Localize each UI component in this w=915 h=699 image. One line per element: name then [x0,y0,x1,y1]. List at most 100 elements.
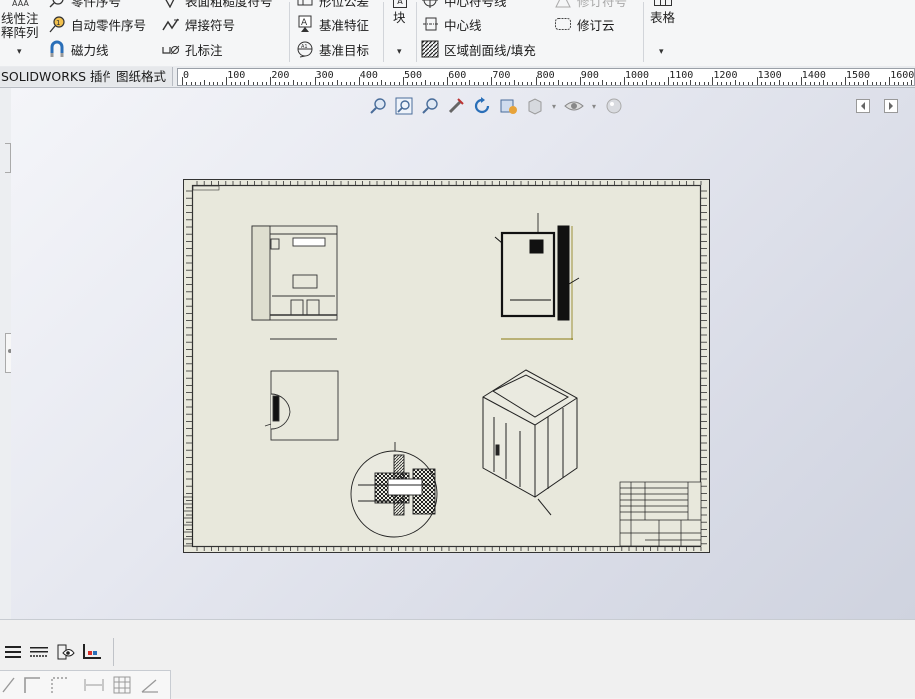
dimension-icon[interactable] [84,675,104,695]
chevron-down-icon[interactable]: ▾ [584,96,604,116]
ruler-tick [385,82,387,85]
ruler-tick [827,82,829,85]
ruler-tick [721,82,723,85]
ruler-tick [522,82,524,85]
ruler-tick [774,82,776,85]
ruler-tick [292,80,294,85]
revision-symbol-button[interactable]: 修订符号 [554,0,627,11]
datum-feature-button[interactable]: A 基准特征 [296,13,369,35]
line-style-icon[interactable] [29,642,49,662]
centerline-label: 中心线 [444,17,482,33]
revision-symbol-icon [554,0,572,9]
ruler-tick [893,82,895,85]
line-tool-icon[interactable] [0,675,19,695]
zoom-to-area-icon[interactable] [394,96,414,116]
display-style-icon[interactable] [524,96,544,116]
centerline-icon [421,15,439,33]
geometric-tolerance-button[interactable]: 形位公差 [296,0,369,11]
table-button[interactable]: 表格 [648,0,680,28]
ruler-tick [672,82,674,85]
ruler-tick [438,82,440,85]
ruler-tick [818,82,820,85]
pattern-top-glyph: AAA [12,0,29,8]
grid-icon[interactable] [112,675,132,695]
layer-visibility-icon[interactable] [56,642,76,662]
zoom-previous-icon[interactable] [420,96,440,116]
ruler-label: 300 [315,70,334,81]
table-icon [654,0,672,6]
ruler-tick [464,82,466,85]
ruler-label: 1600 [890,70,915,81]
ruler-tick [345,82,347,85]
ruler-tick [840,82,842,85]
graphics-area[interactable]: ▾ ▾ [11,88,915,619]
magnet-icon [48,40,66,58]
block-label: 块 [393,10,406,25]
ruler-tick [221,82,223,85]
command-ribbon: AAA 线性注 释阵列 ▾ 零件序号 1 自动零件序号 磁力线 表面粗糙度符号 … [0,0,915,67]
area-hatch-button[interactable]: 区域剖面线/填充 [421,38,536,60]
center-mark-icon [421,0,439,9]
chevron-down-icon[interactable]: ▾ [17,47,22,57]
ruler-tick [606,82,608,85]
tab-solidworks-addins[interactable]: SOLIDWORKS 插件 [0,67,123,86]
ruler-tick [548,82,550,85]
magnetic-line-button[interactable]: 磁力线 [48,38,109,60]
auto-balloon-button[interactable]: 1 自动零件序号 [48,13,146,35]
surface-finish-label: 表面粗糙度符号 [185,0,273,9]
center-mark-button[interactable]: 中心符号线 [421,0,507,11]
sheet-graphics [183,179,710,553]
ruler-tick [615,82,617,85]
rotate-view-icon[interactable] [472,96,492,116]
datum-target-button[interactable]: A1 基准目标 [296,38,369,60]
pane-right-icon[interactable] [881,96,901,116]
centerline-button[interactable]: 中心线 [421,13,482,35]
block-button[interactable]: A 块 [389,0,413,28]
magnetic-line-label: 磁力线 [71,42,109,58]
chevron-down-icon[interactable]: ▾ [659,47,664,57]
ruler-tick [274,82,276,85]
pan-icon[interactable] [446,96,466,116]
ruler-tick [425,80,427,85]
revision-cloud-icon [554,15,572,33]
drawing-sheet[interactable] [183,179,710,553]
balloon-button[interactable]: 零件序号 [48,0,121,11]
ruler-tick [809,82,811,85]
datum-target-label: 基准目标 [319,42,370,58]
ribbon-separator [643,2,644,62]
ruler-tick [487,82,488,85]
pane-left-icon[interactable] [853,96,873,116]
corner-rectangle-icon[interactable] [22,675,42,695]
ruler-tick [601,80,603,85]
align-text-icon[interactable] [3,642,23,662]
dotted-rectangle-icon[interactable] [49,675,69,695]
ruler-tick [814,82,816,85]
ruler-tick [738,82,740,85]
ruler-label: 700 [492,70,511,81]
ruler-tick [566,82,568,85]
angle-icon[interactable] [140,675,160,695]
layer-color-icon[interactable] [82,642,102,662]
ruler-tick [575,82,577,85]
ruler-label: 1400 [801,70,826,81]
hide-show-icon[interactable] [564,96,584,116]
weld-symbol-button[interactable]: 焊接符号 [162,13,235,35]
ruler-tick [805,82,807,85]
ruler-tick [217,82,219,85]
revision-cloud-button[interactable]: 修订云 [554,13,615,35]
tab-sheet-format[interactable]: 图纸格式 [110,67,174,86]
ruler-tick [411,82,413,85]
chevron-down-icon[interactable]: ▾ [397,47,402,57]
view-orientation-icon[interactable] [498,96,518,116]
ruler-tick [407,82,409,85]
linear-pattern-group[interactable]: AAA 线性注 释阵列 ▾ [0,0,44,62]
chevron-down-icon[interactable]: ▾ [544,96,564,116]
zoom-to-fit-icon[interactable] [368,96,388,116]
center-mark-label: 中心符号线 [444,0,507,9]
ruler-tick [681,82,683,85]
ruler-tick [323,82,325,85]
ruler-tick [531,82,533,85]
surface-finish-button[interactable]: 表面粗糙度符号 [162,0,273,11]
appearance-icon[interactable] [604,96,624,116]
hole-callout-button[interactable]: 孔标注 [162,38,223,60]
